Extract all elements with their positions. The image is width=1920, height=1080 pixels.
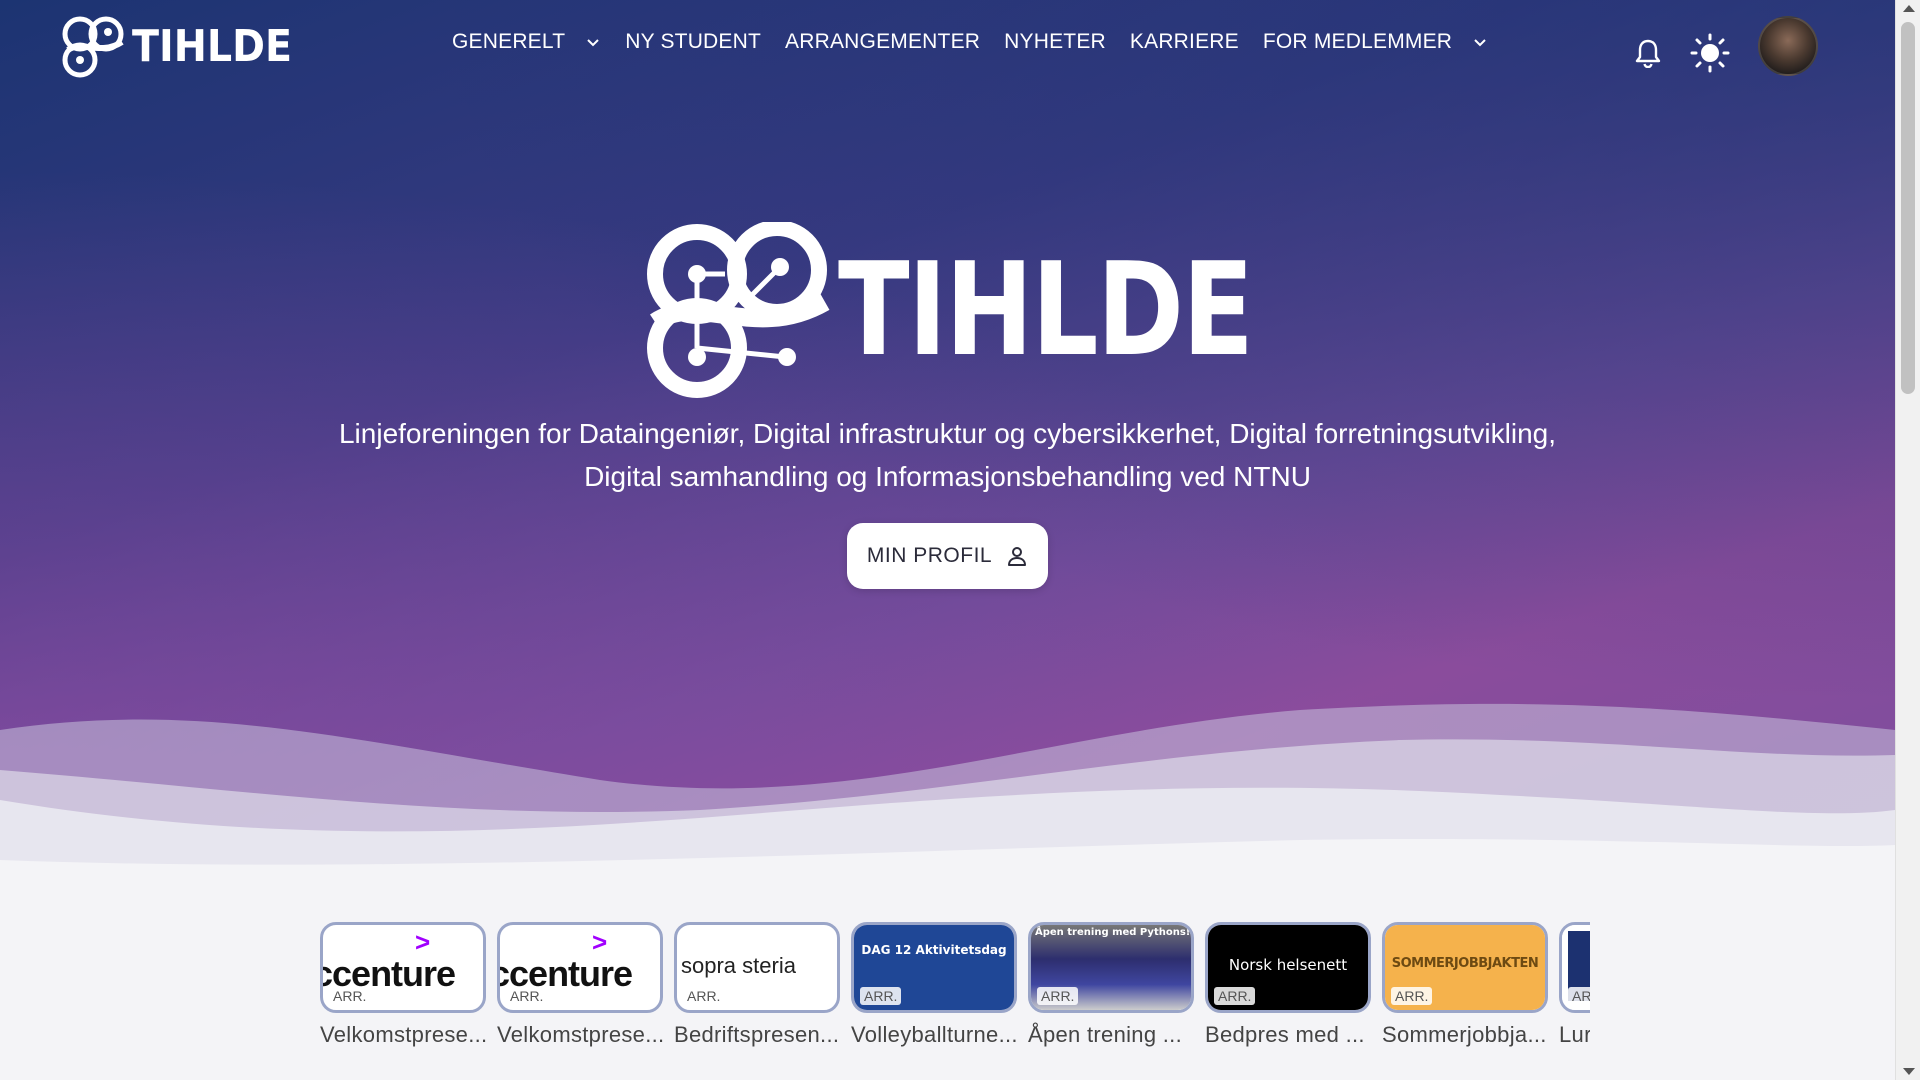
- nav-item-label: NY STUDENT: [625, 30, 762, 53]
- nav-item-nyheter[interactable]: NYHETER: [1004, 30, 1106, 54]
- event-thumbnail: Åpen trening med Pythons! ARR.: [1028, 922, 1194, 1013]
- nav-item-label: ARRANGEMENTER: [785, 30, 981, 53]
- nav-item-for-medlemmer[interactable]: FOR MEDLEMMER: [1263, 30, 1488, 54]
- nav-item-label: FOR MEDLEMMER: [1262, 30, 1453, 53]
- event-title: Sommerjobbja...: [1382, 1022, 1547, 1047]
- event-thumbnail: Norsk helsenett ARR.: [1205, 922, 1371, 1013]
- page: TIHLDE GENERELT NY STUDENT ARRANGEMENTER…: [0, 0, 1895, 1080]
- events-carousel[interactable]: > ccenture ARR. Velkomstprese... > ccent…: [318, 922, 1590, 1052]
- event-badge: ARR.: [683, 987, 725, 1005]
- event-card[interactable]: > ccenture ARR. Velkomstprese...: [320, 922, 487, 1048]
- event-badge: ARR.: [1391, 987, 1433, 1005]
- event-title: Åpen trening ...: [1028, 1022, 1183, 1047]
- event-thumbnail: SOMMERJOBBJAKTEN ARR.: [1382, 922, 1548, 1013]
- nav-item-karriere[interactable]: KARRIERE: [1130, 30, 1239, 54]
- scrollbar-thumb[interactable]: [1901, 22, 1915, 394]
- nav-item-arrangementer[interactable]: ARRANGEMENTER: [785, 30, 980, 54]
- event-badge: ARR.: [1214, 987, 1256, 1005]
- event-card[interactable]: SOMMERJOBBJAKTEN ARR. Sommerjobbja...: [1382, 922, 1549, 1048]
- nav-actions: [1628, 16, 1818, 76]
- event-card[interactable]: ARR. Lur: [1559, 922, 1590, 1048]
- tihlde-logo-icon: [647, 222, 830, 398]
- thumb-text: sopra steria: [681, 953, 796, 978]
- event-thumbnail: ARR.: [1559, 922, 1590, 1013]
- event-title: Velkomstprese...: [320, 1022, 488, 1047]
- thumb-text: Åpen trening med Pythons!: [1035, 927, 1191, 938]
- event-badge: ARR.: [329, 987, 371, 1005]
- hero-logo-text: TIHLDE: [838, 236, 1254, 385]
- event-card[interactable]: sopra steria ARR. Bedriftspresen...: [674, 922, 841, 1048]
- nav-item-label: NYHETER: [1004, 30, 1106, 53]
- my-profile-label: MIN PROFIL: [866, 544, 993, 567]
- event-title: Volleyballturne...: [851, 1022, 1018, 1047]
- event-title: Velkomstprese...: [497, 1022, 665, 1047]
- event-card[interactable]: Norsk helsenett ARR. Bedpres med ...: [1205, 922, 1372, 1048]
- nav-item-label: KARRIERE: [1129, 30, 1239, 53]
- bell-icon: [1635, 39, 1661, 68]
- notifications-button[interactable]: [1628, 33, 1668, 73]
- tagline-line-2: Digital samhandling og Informasjonsbehan…: [584, 461, 1311, 492]
- tihlde-logo-icon: [62, 16, 124, 78]
- sun-icon: [1690, 33, 1730, 73]
- scroll-down-arrow-icon[interactable]: [1903, 1068, 1915, 1075]
- event-badge: ARR.: [1037, 987, 1079, 1005]
- tagline-line-1: Linjeforeningen for Dataingeniør, Digita…: [338, 418, 1557, 449]
- nav-item-label: GENERELT: [452, 30, 566, 53]
- brand-name: TIHLDE: [132, 21, 293, 72]
- event-card[interactable]: DAG 12 Aktivitetsdag ARR. Volleyballturn…: [851, 922, 1018, 1048]
- event-title: Bedpres med ...: [1205, 1022, 1365, 1047]
- avatar[interactable]: [1758, 16, 1818, 76]
- top-navigation: TIHLDE GENERELT NY STUDENT ARRANGEMENTER…: [0, 0, 1895, 96]
- event-badge: ARR.: [860, 987, 902, 1005]
- nav-item-generelt[interactable]: GENERELT: [452, 30, 601, 54]
- event-badge: ARR.: [506, 987, 548, 1005]
- hero-waves: [0, 703, 1895, 920]
- event-title: Bedriftspresen...: [674, 1022, 840, 1047]
- event-thumbnail: > ccenture ARR.: [320, 922, 486, 1013]
- hero-logo: TIHLDE: [645, 222, 1343, 400]
- event-card[interactable]: Åpen trening med Pythons! ARR. Åpen tren…: [1028, 922, 1195, 1048]
- scroll-up-arrow-icon[interactable]: [1903, 5, 1915, 12]
- theme-toggle-button[interactable]: [1690, 33, 1730, 73]
- chevron-down-icon: [587, 39, 599, 47]
- chevron-down-icon: [1474, 39, 1486, 47]
- brand-logo[interactable]: TIHLDE: [62, 16, 310, 78]
- event-title: Lur: [1559, 1022, 1590, 1047]
- event-thumbnail: sopra steria ARR.: [674, 922, 840, 1013]
- person-icon: [1008, 547, 1027, 566]
- nav-menu: GENERELT NY STUDENT ARRANGEMENTER NYHETE…: [452, 30, 1512, 54]
- event-badge: ARR.: [1568, 987, 1590, 1005]
- hero-tagline: Linjeforeningen for Dataingeniør, Digita…: [200, 412, 1695, 498]
- event-thumbnail: DAG 12 Aktivitetsdag ARR.: [851, 922, 1017, 1013]
- event-thumbnail: > ccenture ARR.: [497, 922, 663, 1013]
- page-scrollbar[interactable]: [1895, 0, 1920, 1080]
- nav-item-ny-student[interactable]: NY STUDENT: [625, 30, 761, 54]
- event-card[interactable]: > ccenture ARR. Velkomstprese...: [497, 922, 664, 1048]
- my-profile-button[interactable]: MIN PROFIL: [847, 523, 1048, 589]
